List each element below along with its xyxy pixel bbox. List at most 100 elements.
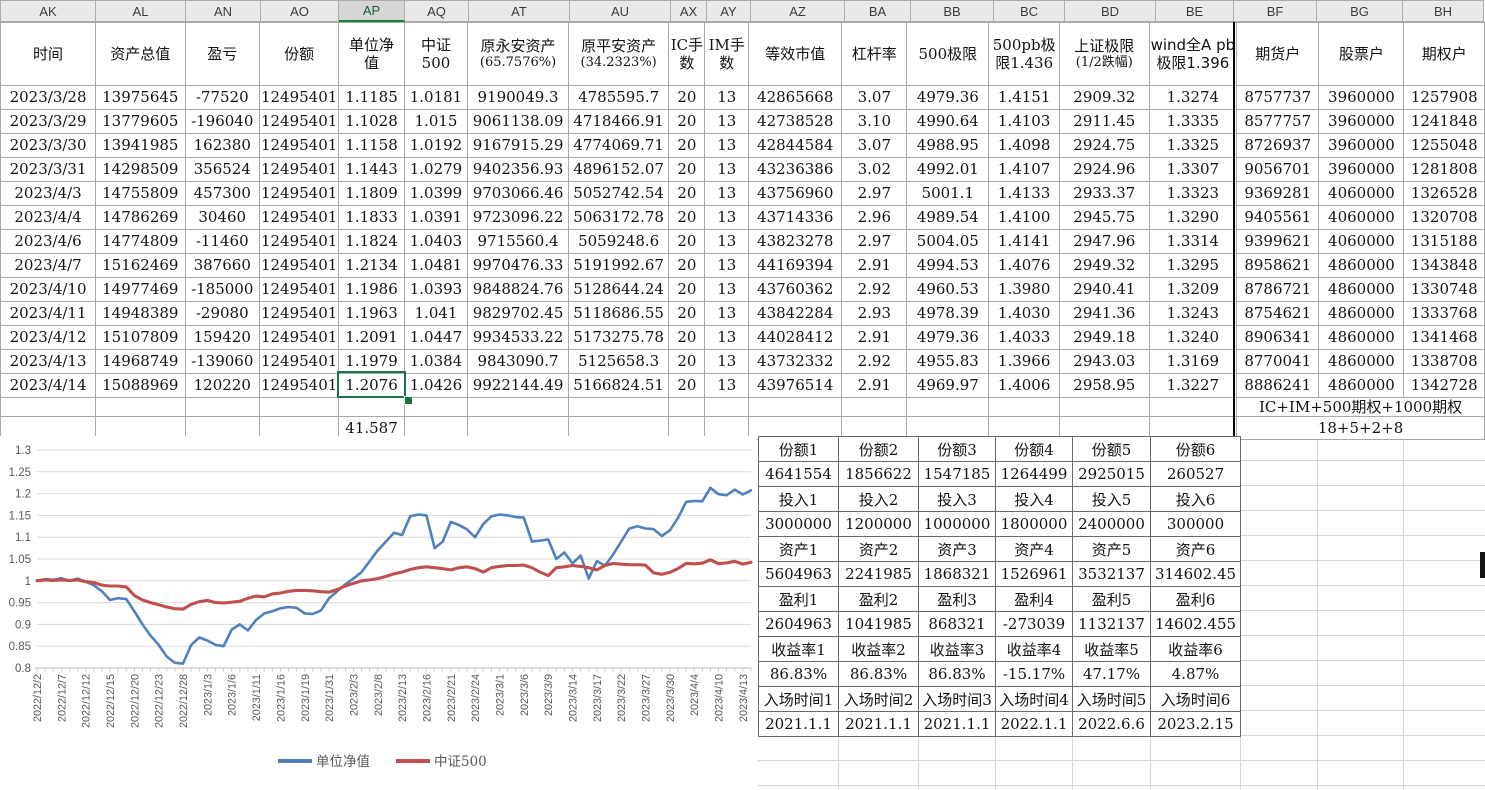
data-cell[interactable]: 1.2134 <box>339 254 404 278</box>
header-cell[interactable]: 单位净值 <box>339 23 404 86</box>
column-letter-BH[interactable]: BH <box>1403 0 1484 22</box>
summary-label-cell[interactable]: 入场时间3 <box>919 687 996 712</box>
data-cell[interactable]: 14977469 <box>96 278 185 302</box>
summary-value-cell[interactable]: 1856622 <box>839 462 919 487</box>
data-cell[interactable]: 1.1809 <box>339 182 404 206</box>
data-cell[interactable]: 9843090.7 <box>468 350 569 374</box>
data-cell[interactable]: 20 <box>669 158 705 182</box>
data-cell[interactable]: 1.0279 <box>404 158 468 182</box>
column-letter-AZ[interactable]: AZ <box>751 0 845 22</box>
data-cell[interactable]: 2.92 <box>842 350 907 374</box>
data-cell[interactable]: 8958621 <box>1237 254 1319 278</box>
header-cell[interactable]: wind全A pb极限1.396 <box>1149 23 1237 86</box>
data-cell[interactable]: 1.3209 <box>1149 278 1237 302</box>
data-cell[interactable]: 20 <box>669 206 705 230</box>
data-cell[interactable]: 4785595.7 <box>568 86 669 110</box>
data-cell[interactable]: 20 <box>669 86 705 110</box>
empty-cell[interactable] <box>705 398 749 417</box>
data-cell[interactable]: 162380 <box>185 134 259 158</box>
data-cell[interactable]: 3960000 <box>1319 134 1404 158</box>
summary-value-cell[interactable]: 2022.6.6 <box>1073 712 1151 737</box>
data-cell[interactable]: 5173275.78 <box>568 326 669 350</box>
data-cell[interactable]: 1.3323 <box>1149 182 1237 206</box>
data-cell[interactable]: 2.91 <box>842 254 907 278</box>
summary-value-cell[interactable]: 1868321 <box>919 562 996 587</box>
summary-label-cell[interactable]: 收益率3 <box>919 637 996 662</box>
data-cell[interactable]: 2023/4/4 <box>1 206 96 230</box>
data-cell[interactable]: 1.1028 <box>339 110 404 134</box>
data-cell[interactable]: 4960.53 <box>907 278 989 302</box>
data-cell[interactable]: 3960000 <box>1319 86 1404 110</box>
data-cell[interactable]: 2949.32 <box>1060 254 1150 278</box>
data-cell[interactable]: 1.1833 <box>339 206 404 230</box>
data-cell[interactable]: 13 <box>705 206 749 230</box>
summary-label-cell[interactable]: 份额6 <box>1151 437 1241 462</box>
data-cell[interactable]: 43714336 <box>749 206 842 230</box>
data-cell[interactable]: 3.02 <box>842 158 907 182</box>
header-cell[interactable]: 期权户 <box>1404 23 1485 86</box>
data-cell[interactable]: 4992.01 <box>907 158 989 182</box>
data-cell[interactable]: 5052742.54 <box>568 182 669 206</box>
summary-label-cell[interactable]: 入场时间5 <box>1073 687 1151 712</box>
summary-label-cell[interactable]: 投入1 <box>759 487 839 512</box>
data-cell[interactable]: 5063172.78 <box>568 206 669 230</box>
data-cell[interactable]: 9829702.45 <box>468 302 569 326</box>
data-cell[interactable]: 1.2091 <box>339 326 404 350</box>
data-cell[interactable]: 2909.32 <box>1060 86 1150 110</box>
data-cell[interactable]: 1333768 <box>1404 302 1485 326</box>
data-cell[interactable]: 2023/4/10 <box>1 278 96 302</box>
summary-label-cell[interactable]: 收益率6 <box>1151 637 1241 662</box>
data-cell[interactable]: 8770041 <box>1237 350 1319 374</box>
data-cell[interactable]: 14298509 <box>96 158 185 182</box>
data-cell[interactable]: 2023/4/3 <box>1 182 96 206</box>
data-cell[interactable]: 1.3295 <box>1149 254 1237 278</box>
data-cell[interactable]: 14755809 <box>96 182 185 206</box>
summary-label-cell[interactable]: 盈利4 <box>996 587 1073 612</box>
summary-value-cell[interactable]: -273039 <box>996 612 1073 637</box>
data-cell[interactable]: 1241848 <box>1404 110 1485 134</box>
data-cell[interactable]: 12495401 <box>259 302 338 326</box>
data-cell[interactable]: 4718466.91 <box>568 110 669 134</box>
summary-label-cell[interactable]: 盈利5 <box>1073 587 1151 612</box>
data-cell[interactable]: 15162469 <box>96 254 185 278</box>
data-cell[interactable]: 1.4141 <box>989 230 1060 254</box>
column-letter-AL[interactable]: AL <box>96 0 186 22</box>
summary-value-cell[interactable]: 2022.1.1 <box>996 712 1073 737</box>
data-cell[interactable]: 4860000 <box>1319 326 1404 350</box>
summary-label-cell[interactable]: 盈利2 <box>839 587 919 612</box>
data-cell[interactable]: 2023/4/13 <box>1 350 96 374</box>
data-cell[interactable]: 356524 <box>185 158 259 182</box>
empty-cell[interactable] <box>989 398 1060 417</box>
data-cell[interactable]: 4060000 <box>1319 182 1404 206</box>
summary-label-cell[interactable]: 资产1 <box>759 537 839 562</box>
data-cell[interactable]: 387660 <box>185 254 259 278</box>
data-cell[interactable]: 2.97 <box>842 230 907 254</box>
data-cell[interactable]: 2958.95 <box>1060 374 1150 398</box>
data-cell[interactable]: 9715560.4 <box>468 230 569 254</box>
data-cell[interactable]: 1257908 <box>1404 86 1485 110</box>
summary-value-cell[interactable]: 47.17% <box>1073 662 1151 687</box>
data-cell[interactable]: 1.0391 <box>404 206 468 230</box>
summary-value-cell[interactable]: 2021.1.1 <box>839 712 919 737</box>
data-cell[interactable]: 9723096.22 <box>468 206 569 230</box>
data-cell[interactable]: 13975645 <box>96 86 185 110</box>
column-letter-AX[interactable]: AX <box>671 0 707 22</box>
data-cell[interactable]: 43842284 <box>749 302 842 326</box>
data-cell[interactable]: 9922144.49 <box>468 374 569 398</box>
summary-value-cell[interactable]: 1526961 <box>996 562 1073 587</box>
column-letter-BC[interactable]: BC <box>994 0 1065 22</box>
data-cell[interactable]: 3.10 <box>842 110 907 134</box>
summary-label-cell[interactable]: 份额2 <box>839 437 919 462</box>
summary-value-cell[interactable]: 3532137 <box>1073 562 1151 587</box>
data-cell[interactable]: 8726937 <box>1237 134 1319 158</box>
data-cell[interactable]: 1.0192 <box>404 134 468 158</box>
empty-cell[interactable] <box>96 398 185 417</box>
data-cell[interactable]: 2.96 <box>842 206 907 230</box>
data-cell[interactable]: 5128644.24 <box>568 278 669 302</box>
data-cell[interactable]: -77520 <box>185 86 259 110</box>
data-cell[interactable]: 5059248.6 <box>568 230 669 254</box>
summary-value-cell[interactable]: 2021.1.1 <box>919 712 996 737</box>
summary-value-cell[interactable]: 260527 <box>1151 462 1241 487</box>
summary-value-cell[interactable]: -15.17% <box>996 662 1073 687</box>
summary-value-cell[interactable]: 300000 <box>1151 512 1241 537</box>
